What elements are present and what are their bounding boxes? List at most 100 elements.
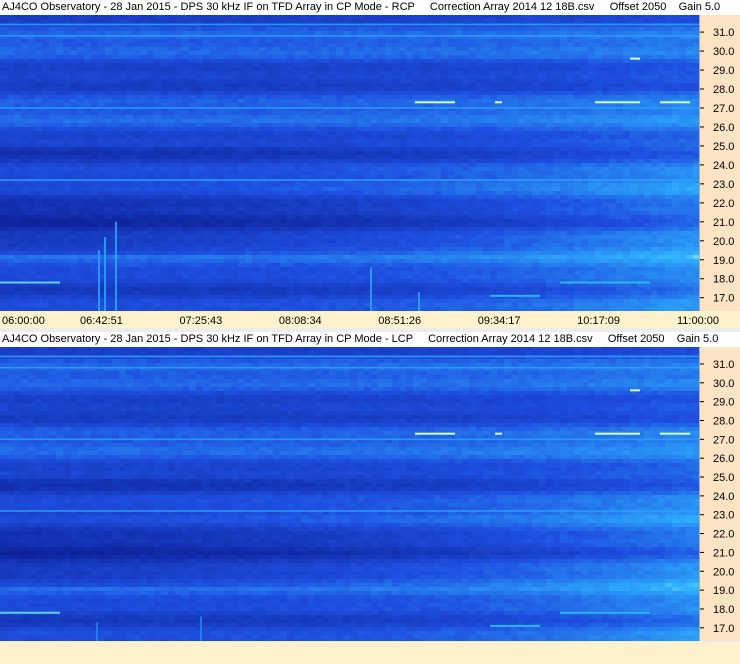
- spectrogram-cell: [539, 99, 546, 103]
- spectrogram-cell: [539, 207, 546, 211]
- spectrogram-cell: [574, 131, 581, 135]
- spectrogram-cell: [462, 211, 469, 215]
- spectrogram-cell: [42, 131, 49, 135]
- spectrogram-cell: [392, 15, 399, 19]
- spectrogram-cell: [224, 183, 231, 187]
- spectrogram-cell: [343, 111, 350, 115]
- spectrogram-cell: [42, 83, 49, 87]
- spectrogram-cell: [672, 187, 679, 191]
- spectrogram-cell: [126, 139, 133, 143]
- spectrogram-cell: [357, 15, 364, 19]
- spectrogram-cell: [336, 111, 343, 115]
- spectrogram-cell: [378, 195, 385, 199]
- spectrogram-cell: [455, 99, 462, 103]
- spectrogram-cell: [476, 143, 483, 147]
- spectrogram-cell: [399, 59, 406, 63]
- spectrogram-cell: [203, 211, 210, 215]
- spectrogram-cell: [203, 111, 210, 115]
- spectrogram-cell: [469, 75, 476, 79]
- spectrogram-cell: [399, 163, 406, 167]
- spectrogram-cell: [420, 71, 427, 75]
- spectrogram-cell: [238, 83, 245, 87]
- spectrogram-cell: [301, 91, 308, 95]
- spectrogram-cell: [112, 159, 119, 163]
- spectrogram-cell: [455, 27, 462, 31]
- spectrogram-cell: [392, 39, 399, 43]
- spectrogram-cell: [91, 119, 98, 123]
- spectrogram-cell: [371, 163, 378, 167]
- spectrogram-cell: [567, 119, 574, 123]
- spectrogram-cell: [14, 155, 21, 159]
- spectrogram-cell: [217, 87, 224, 91]
- spectrogram-cell: [126, 111, 133, 115]
- spectrogram-cell: [175, 63, 182, 67]
- spectrogram-cell: [588, 99, 595, 103]
- spectrogram-cell: [567, 135, 574, 139]
- spectrogram-cell: [574, 195, 581, 199]
- spectrogram-cell: [231, 27, 238, 31]
- spectrogram-cell: [623, 123, 630, 127]
- spectrogram-cell: [469, 71, 476, 75]
- spectrogram-cell: [616, 95, 623, 99]
- spectrogram-cell: [448, 59, 455, 63]
- spectrogram-cell: [616, 159, 623, 163]
- spectrogram-cell: [406, 203, 413, 207]
- spectrogram-cell: [245, 167, 252, 171]
- spectrogram-cell: [546, 15, 553, 19]
- spectrogram-cell: [14, 87, 21, 91]
- spectrogram-cell: [602, 15, 609, 19]
- spectrogram-cell: [329, 111, 336, 115]
- spectrogram-cell: [245, 199, 252, 203]
- spectrogram-cell: [434, 131, 441, 135]
- spectrogram-cell: [196, 175, 203, 179]
- spectrogram-cell: [350, 19, 357, 23]
- spectrogram-cell: [427, 195, 434, 199]
- spectrogram-cell: [77, 31, 84, 35]
- spectrogram-cell: [329, 211, 336, 215]
- spectrogram-cell: [588, 143, 595, 147]
- spectrogram-cell: [21, 111, 28, 115]
- spectrogram-cell: [637, 119, 644, 123]
- spectrogram-cell: [595, 63, 602, 67]
- spectrogram-cell: [588, 167, 595, 171]
- spectrogram-cell: [644, 135, 651, 139]
- spectrogram-cell: [546, 87, 553, 91]
- spectrogram-cell: [14, 103, 21, 107]
- spectrogram-cell: [161, 159, 168, 163]
- spectrogram-cell: [630, 51, 637, 55]
- spectrogram-cell: [574, 139, 581, 143]
- spectrogram-cell: [483, 135, 490, 139]
- spectrogram-cell: [49, 115, 56, 119]
- spectrogram-cell: [280, 147, 287, 151]
- spectrogram-cell: [343, 207, 350, 211]
- spectrogram-cell: [329, 87, 336, 91]
- spectrogram-cell: [518, 147, 525, 151]
- spectrogram-cell: [476, 147, 483, 151]
- spectrogram-cell: [679, 91, 686, 95]
- spectrogram-cell: [189, 15, 196, 19]
- spectrogram-cell: [273, 147, 280, 151]
- spectrogram-cell: [511, 159, 518, 163]
- spectrogram-cell: [133, 151, 140, 155]
- spectrogram-cell: [672, 47, 679, 51]
- spectrogram-cell: [553, 167, 560, 171]
- spectrogram-cell: [434, 47, 441, 51]
- spectrogram-cell: [322, 59, 329, 63]
- spectrogram-cell: [518, 111, 525, 115]
- spectrogram-cell: [560, 211, 567, 215]
- spectrogram-cell: [287, 191, 294, 195]
- spectrogram-cell: [287, 55, 294, 59]
- spectrogram-cell: [665, 15, 672, 19]
- spectrogram-cell: [476, 159, 483, 163]
- spectrogram-cell: [70, 151, 77, 155]
- spectrogram-cell: [217, 39, 224, 43]
- spectrogram-cell: [357, 151, 364, 155]
- spectrogram-cell: [497, 195, 504, 199]
- spectrogram-cell: [651, 43, 658, 47]
- spectrogram-cell: [105, 207, 112, 211]
- spectrogram-cell: [511, 31, 518, 35]
- spectrogram-cell: [224, 99, 231, 103]
- spectrogram-cell: [350, 139, 357, 143]
- spectrogram-cell: [392, 207, 399, 211]
- spectrogram-cell: [133, 199, 140, 203]
